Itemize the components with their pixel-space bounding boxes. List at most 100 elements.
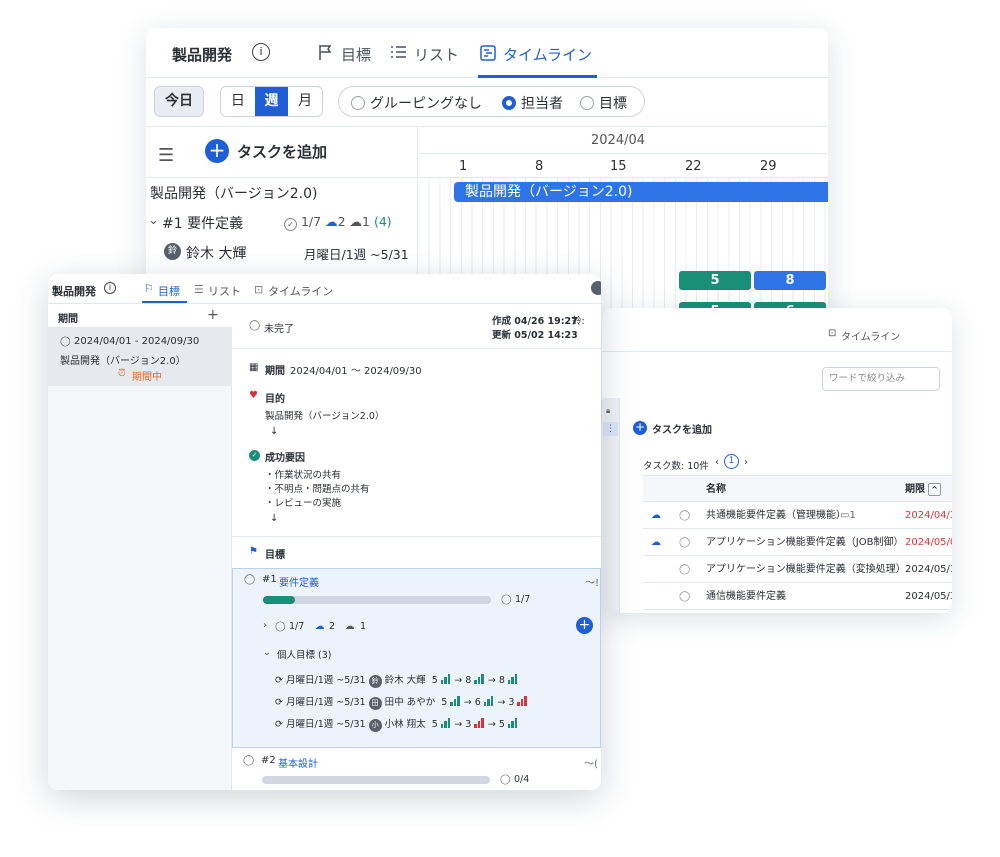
- range-month-button[interactable]: 月: [288, 87, 322, 116]
- grouping-assignee-option[interactable]: 担当者: [502, 93, 563, 113]
- signal-icon: [507, 674, 519, 687]
- table-row[interactable]: ◯ アプリケーション機能要件定義（変換処理） 2024/05/17: [643, 556, 952, 583]
- purpose-value: 製品開発（バージョン2.0）: [265, 411, 385, 422]
- tab-timeline[interactable]: タイムライン: [841, 328, 900, 343]
- personal-goal-row[interactable]: ⟳ 月曜日/1週 ~5/31 鈴 鈴木 大輝 5 → 8 → 8: [275, 672, 518, 688]
- task-name[interactable]: アプリケーション機能要件定義（変換処理）: [706, 556, 906, 583]
- table-row[interactable]: ☁ ◯ 共通機能要件定義（管理機能） ▭1 2024/04/30: [643, 502, 952, 529]
- tab-goals[interactable]: 目標: [341, 44, 371, 65]
- grouping-goal-option[interactable]: 目標: [580, 93, 627, 113]
- check-circle-icon: ◯: [500, 774, 511, 785]
- week-label: 1: [459, 159, 468, 174]
- info-icon[interactable]: i: [252, 43, 270, 61]
- list-icon: [390, 45, 407, 64]
- add-task-button[interactable]: タスクを追加: [237, 141, 327, 162]
- goal-card[interactable]: ◯ #2 基本設計 ～( ◯ 0/4: [232, 748, 601, 790]
- check-circle-icon[interactable]: ◯: [243, 755, 254, 766]
- workload-value: 8: [465, 675, 472, 686]
- workload-chip[interactable]: 8: [754, 271, 826, 290]
- tab-timeline[interactable]: タイムライン: [503, 44, 592, 65]
- updated-info: 更新 05/02 14:23: [492, 330, 578, 341]
- check-circle-icon: ◯: [275, 621, 286, 632]
- comment-icon: ▭1: [840, 510, 856, 521]
- timeline-scale: 2024/04 1 8 15 22 29: [419, 126, 828, 178]
- tab-list[interactable]: リスト: [208, 283, 241, 299]
- period-item[interactable]: ◯ 2024/04/01 - 2024/09/30 製品開発（バージョン2.0）…: [48, 328, 232, 386]
- chevron-right-icon[interactable]: ›: [263, 620, 267, 631]
- cloud-c-count: (4): [373, 214, 392, 229]
- goal-period: ～(: [584, 759, 598, 770]
- add-task-button[interactable]: タスクを追加: [652, 421, 712, 436]
- cloud-a-count: 2: [329, 621, 336, 632]
- person-name: 小林 翔太: [384, 719, 426, 730]
- list-window: ⊡ タイムライン ワードで絞り込み 🔒︎ ⋮ + タスクを追加 タスク数: 10…: [602, 308, 952, 613]
- person-name: 鈴木 大輝: [384, 675, 426, 686]
- goal-row-label: #1 要件定義: [162, 216, 244, 232]
- flag-icon: ⚑: [249, 546, 258, 557]
- purpose-label: 目的: [265, 394, 285, 405]
- personal-goal-row[interactable]: ⟳ 月曜日/1週 ~5/31 小 小林 翔太 5 → 3 → 5: [275, 716, 518, 732]
- add-task-icon[interactable]: +: [576, 617, 593, 634]
- tab-timeline[interactable]: タイムライン: [268, 283, 333, 299]
- goal-name[interactable]: 要件定義: [279, 574, 319, 589]
- task-name[interactable]: 通信機能要件定義: [706, 583, 786, 610]
- info-icon[interactable]: i: [104, 282, 116, 294]
- table-row[interactable]: ☁ ◯ アプリケーション機能要件定義（JOB制御） 2024/05/06: [643, 529, 952, 556]
- task-name[interactable]: 共通機能要件定義（管理機能）: [706, 502, 846, 529]
- factor-item: ・レビューの実施: [265, 498, 342, 509]
- range-day-button[interactable]: 日: [221, 87, 255, 116]
- chevron-down-icon[interactable]: ⌄: [263, 647, 271, 658]
- goal-progress-bar: [262, 776, 490, 784]
- project-row-label: 製品開発（バージョン2.0): [150, 186, 318, 202]
- calendar-icon: ▦: [249, 362, 259, 373]
- signal-icon: [474, 674, 485, 687]
- check-circle-icon: ◯: [249, 320, 261, 331]
- grouping-none-option[interactable]: グルーピングなし: [351, 93, 482, 113]
- check-circle-icon[interactable]: ◯: [679, 502, 690, 529]
- page-number[interactable]: 1: [724, 454, 739, 469]
- workload-value: 5: [431, 719, 438, 730]
- tab-list[interactable]: リスト: [414, 44, 459, 65]
- week-label: 8: [535, 159, 544, 174]
- check-circle-icon: ◯: [501, 594, 512, 605]
- check-circle-icon[interactable]: ◯: [679, 583, 690, 610]
- col-name-header[interactable]: 名称: [706, 476, 726, 503]
- tab-goals[interactable]: 目標: [158, 283, 180, 299]
- col-due-header[interactable]: 期限: [905, 476, 925, 503]
- project-bar[interactable]: 製品開発（バージョン2.0): [454, 182, 828, 202]
- today-button[interactable]: 今日: [154, 86, 204, 117]
- avatar: [591, 281, 601, 295]
- signal-icon: [483, 696, 495, 709]
- personal-goal-row[interactable]: ⟳ 月曜日/1週 ~5/31 田 田中 あやか 5 → 6 → 3: [275, 694, 528, 710]
- goal-progress-fill: [263, 596, 295, 604]
- active-tab-indicator: [142, 301, 187, 303]
- signal-icon: [517, 696, 528, 709]
- personal-schedule: 月曜日/1週 ~5/31: [286, 675, 366, 686]
- signal-icon: [450, 696, 461, 709]
- workload-chip[interactable]: 5: [679, 271, 751, 290]
- chevron-right-icon[interactable]: ›: [744, 457, 748, 468]
- goal-progress-text: 0/4: [514, 774, 530, 785]
- chevron-left-icon[interactable]: ‹: [715, 457, 719, 468]
- week-label: 22: [685, 159, 702, 174]
- add-task-icon[interactable]: +: [205, 139, 229, 163]
- add-period-button[interactable]: +: [207, 307, 219, 323]
- goal-name[interactable]: 基本設計: [278, 755, 318, 770]
- chevron-down-icon[interactable]: ⌄: [148, 213, 159, 228]
- filter-input[interactable]: ワードで絞り込み: [822, 367, 940, 391]
- table-row[interactable]: ◯ 通信機能要件定義 2024/05/31: [643, 583, 952, 610]
- add-task-icon[interactable]: +: [633, 421, 647, 435]
- month-label: 2024/04: [591, 133, 646, 148]
- sort-asc-icon[interactable]: ^: [928, 483, 941, 496]
- menu-icon[interactable]: ☰: [158, 145, 174, 166]
- check-circle-icon[interactable]: ◯: [244, 574, 255, 585]
- creator-avatar: 鈴:: [572, 316, 585, 327]
- check-circle-icon[interactable]: ◯: [679, 556, 690, 583]
- flag-icon: ⚐: [144, 282, 154, 295]
- more-icon[interactable]: ⋮: [603, 422, 618, 436]
- goal-card[interactable]: ◯ #1 要件定義 ～! ◯ 1/7 › ◯ 1/7 ☁ 2 ☁ 1 + ⌄ 個…: [232, 568, 601, 748]
- range-week-button[interactable]: 週: [254, 87, 289, 116]
- period-header-label: 期間: [58, 314, 78, 325]
- check-circle-icon[interactable]: ◯: [679, 529, 690, 556]
- task-name[interactable]: アプリケーション機能要件定義（JOB制御）: [706, 529, 903, 556]
